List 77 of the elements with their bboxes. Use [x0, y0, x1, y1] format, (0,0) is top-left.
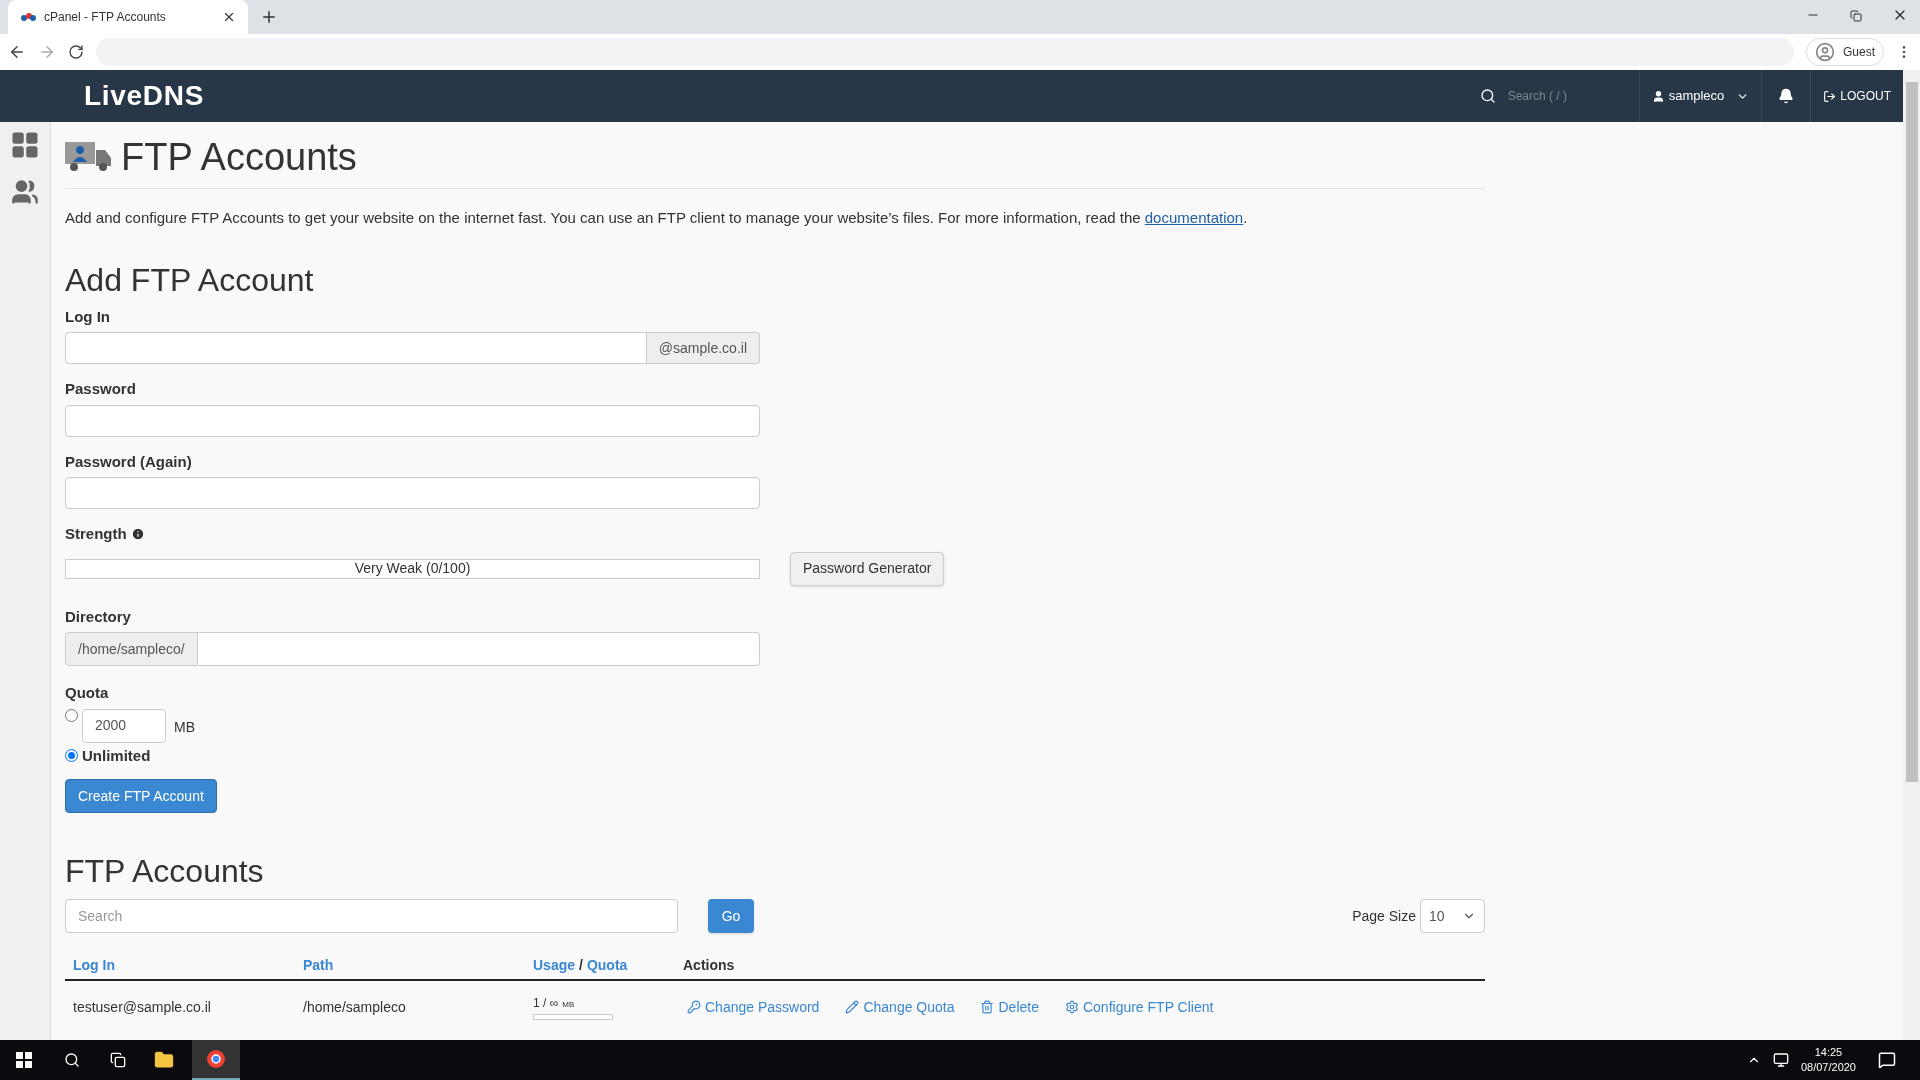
column-header[interactable]: Usage	[533, 954, 576, 976]
browser-tab[interactable]: cPanel - FTP Accounts	[8, 0, 248, 34]
search-icon	[1479, 88, 1496, 104]
column-header[interactable]: Log In	[73, 956, 115, 973]
unit-text: MB	[562, 999, 575, 1011]
notifications-icon[interactable]	[1878, 1051, 1896, 1069]
table-cell: testuser@sample.co.il	[73, 998, 211, 1015]
network-icon[interactable]	[1772, 1052, 1789, 1068]
section-heading: FTP Accounts	[65, 852, 265, 891]
trash-icon	[980, 1000, 995, 1014]
new-tab-icon[interactable]	[260, 8, 278, 26]
bell-icon[interactable]	[1778, 88, 1795, 104]
field-label: Quota	[65, 683, 110, 703]
create-ftp-account-button[interactable]: Create FTP Account	[65, 779, 217, 813]
directory-input[interactable]	[197, 632, 760, 666]
directory-addon: /home/sampleco/	[65, 632, 198, 666]
action-link[interactable]: Change Password	[687, 996, 820, 1018]
column-header[interactable]: Quota	[586, 954, 628, 976]
page-size-select[interactable]: 10	[1420, 899, 1485, 933]
user-menu[interactable]: sampleco	[1639, 70, 1763, 122]
info-icon[interactable]	[130, 527, 145, 542]
browser-taskbar-button[interactable]	[192, 1040, 240, 1080]
field-label: Directory	[65, 606, 132, 627]
windows-start-icon[interactable]	[16, 1052, 32, 1068]
password-again-input[interactable]	[65, 477, 760, 509]
go-button[interactable]: Go	[708, 899, 754, 933]
action-link[interactable]: Delete	[980, 996, 1039, 1018]
logo: LiveDNS	[84, 79, 205, 113]
header-search-field[interactable]: Search ( / )	[1479, 70, 1640, 122]
grid-icon[interactable]	[10, 130, 40, 160]
logout-link[interactable]: LOGOUT	[1811, 70, 1903, 122]
truck-icon	[65, 140, 113, 174]
section-heading: Add FTP Account	[65, 260, 315, 300]
clock-time: 14:25	[1814, 1045, 1843, 1060]
table-cell: /home/sampleco	[303, 998, 406, 1015]
tab-favicon-icon	[20, 12, 36, 22]
action-link[interactable]: Change Quota	[845, 996, 955, 1018]
avatar-icon	[1815, 42, 1835, 62]
field-label: Log In	[65, 306, 111, 327]
action-link[interactable]: Configure FTP Client	[1064, 996, 1214, 1018]
password-generator-button[interactable]: Password Generator	[790, 551, 945, 586]
quota-input[interactable]: 2000	[82, 708, 166, 743]
page-size-label: Page Size	[1352, 906, 1416, 926]
clock-date: 08/07/2020	[1800, 1060, 1856, 1075]
password-input[interactable]	[65, 404, 760, 437]
key-icon	[687, 1000, 701, 1014]
field-label: Strength	[65, 524, 127, 544]
reload-icon[interactable]	[68, 44, 84, 60]
logout-icon	[1823, 89, 1837, 103]
radio-button[interactable]	[65, 708, 78, 722]
field-label: Password	[65, 379, 137, 399]
page-title: FTP Accounts	[121, 135, 357, 180]
radio-label: Unlimited	[82, 745, 151, 766]
user-icon	[1651, 89, 1665, 103]
browser-icon	[206, 1049, 226, 1069]
column-header[interactable]: Path	[303, 956, 334, 973]
column-header: Actions	[683, 956, 735, 973]
users-icon[interactable]	[9, 178, 41, 206]
documentation-link[interactable]: documentation	[1144, 209, 1244, 226]
search-field[interactable]: Search	[65, 899, 678, 933]
field-label: Password (Again)	[65, 451, 193, 472]
description: Add and configure FTP Accounts to get your website on the internet fast. You can use an FTP client to manage your website’s files. For more information, read the documentation.	[65, 208, 1249, 228]
domain-addon: @sample.co.il	[646, 332, 760, 364]
search-icon[interactable]	[64, 1052, 80, 1068]
gear-icon	[1064, 1000, 1079, 1014]
task-view-icon[interactable]	[110, 1052, 126, 1068]
restore-icon[interactable]	[1850, 10, 1862, 22]
login-input[interactable]	[65, 332, 647, 364]
slash: /	[579, 955, 583, 975]
pencil-icon	[845, 1000, 860, 1014]
unit-label: MB	[174, 717, 195, 737]
strength-text: Very Weak (0/100)	[354, 559, 471, 578]
back-icon[interactable]	[8, 43, 26, 61]
close-icon[interactable]	[222, 10, 236, 24]
tab-title: cPanel - FTP Accounts	[44, 9, 167, 26]
usage-text: 1 / ∞	[533, 995, 559, 1012]
folder-icon[interactable]	[154, 1050, 174, 1070]
